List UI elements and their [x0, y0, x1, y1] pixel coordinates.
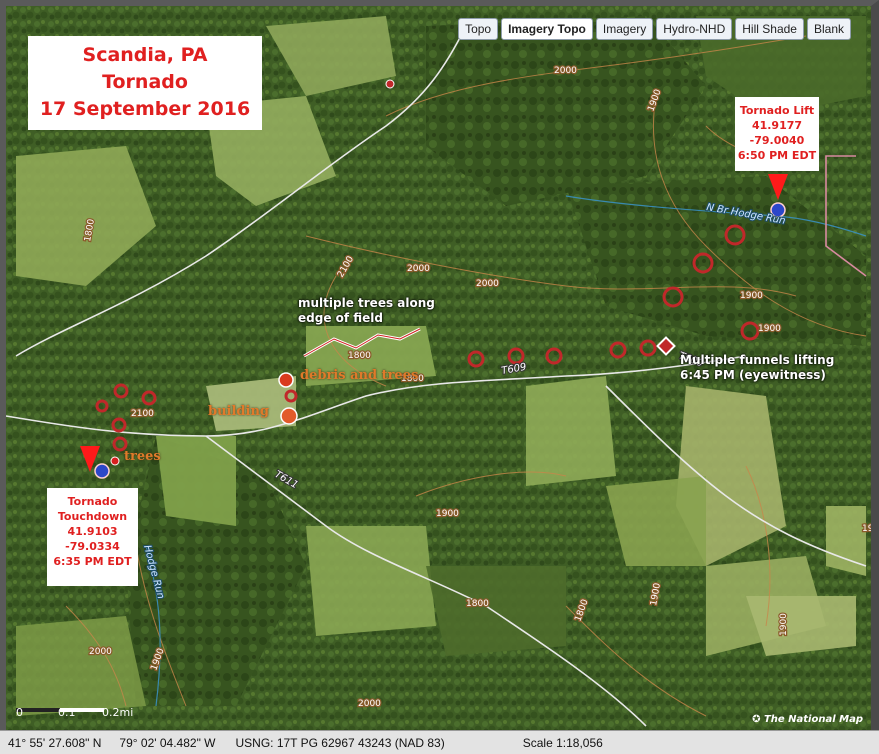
- layer-topo-button[interactable]: Topo: [458, 18, 499, 40]
- contour-label: 2000: [554, 66, 577, 76]
- contour-label: 1900: [862, 524, 871, 534]
- building-label: building: [208, 404, 269, 419]
- contour-label: 1800: [466, 599, 489, 609]
- layer-imagery-topo-button[interactable]: Imagery Topo: [501, 18, 593, 40]
- trees-along-field-label: multiple trees along edge of field: [298, 296, 435, 326]
- status-latitude: 41° 55' 27.608" N: [8, 735, 102, 750]
- contour-label: 2100: [131, 409, 154, 419]
- status-usng: USNG: 17T PG 62967 43243 (NAD 83): [235, 735, 445, 750]
- trees-along-field-line-2: edge of field: [298, 311, 384, 325]
- map-title-box: Scandia, PA Tornado 17 September 2016: [28, 36, 262, 130]
- scale-label-end: 0.2mi: [102, 706, 134, 719]
- lift-lon: -79.0040: [749, 134, 805, 147]
- contour-label: 1900: [758, 324, 781, 334]
- title-line-2: Tornado: [102, 71, 188, 93]
- map-viewport[interactable]: 2000 1900 1800 2100 2000 1900 1800 1900 1800 1900…: [6, 6, 871, 730]
- basemap-layer-switcher: Topo Imagery Topo Imagery Hydro-NHD Hill…: [458, 18, 851, 40]
- touchdown-lat: 41.9103: [67, 525, 118, 538]
- layer-hydro-nhd-button[interactable]: Hydro-NHD: [656, 18, 733, 40]
- contour-label: 1900: [740, 291, 763, 301]
- scale-label-0: 0: [16, 706, 23, 719]
- credit-text: The National Map: [763, 714, 863, 725]
- funnels-line-2: 6:45 PM (eyewitness): [680, 368, 826, 382]
- contour-label: 1800: [348, 351, 371, 361]
- status-bar: 41° 55' 27.608" N 79° 02' 04.482" W USNG…: [0, 730, 879, 754]
- title-line-1: Scandia, PA: [82, 44, 208, 66]
- touchdown-lon: -79.0334: [65, 540, 120, 553]
- touchdown-label-2: Touchdown: [57, 510, 128, 523]
- trees-label: trees: [124, 449, 161, 464]
- scale-label-mid: 0.1: [58, 706, 76, 719]
- layer-hill-shade-button[interactable]: Hill Shade: [735, 18, 804, 40]
- title-line-3: 17 September 2016: [39, 98, 251, 120]
- contour-label: 2000: [476, 279, 499, 289]
- lift-lat: 41.9177: [751, 119, 803, 132]
- lift-label: Tornado Lift: [739, 104, 815, 117]
- funnels-lifting-label: Multiple funnels lifting 6:45 PM (eyewit…: [680, 353, 834, 383]
- status-longitude: 79° 02' 04.482" W: [119, 735, 216, 750]
- contour-label: 2000: [89, 647, 112, 657]
- map-credit: ✪ The National Map: [752, 714, 863, 725]
- tornado-touchdown-callout: Tornado Touchdown 41.9103 -79.0334 6:35 …: [47, 488, 138, 586]
- touchdown-label-1: Tornado: [67, 495, 118, 508]
- layer-blank-button[interactable]: Blank: [806, 18, 851, 40]
- tornado-lift-callout: Tornado Lift 41.9177 -79.0040 6:50 PM ED…: [735, 97, 819, 171]
- contour-label: 2000: [407, 264, 430, 274]
- touchdown-time: 6:35 PM EDT: [53, 555, 132, 568]
- contour-label: 1900: [779, 613, 789, 636]
- debris-label: debris and trees: [300, 368, 419, 383]
- contour-label: 1900: [436, 509, 459, 519]
- lift-time: 6:50 PM EDT: [737, 149, 817, 162]
- trees-along-field-line-1: multiple trees along: [298, 296, 435, 310]
- layer-imagery-button[interactable]: Imagery: [595, 18, 654, 40]
- contour-label: 2000: [358, 699, 381, 709]
- funnels-line-1: Multiple funnels lifting: [680, 353, 835, 367]
- status-scale: Scale 1:18,056: [522, 735, 603, 750]
